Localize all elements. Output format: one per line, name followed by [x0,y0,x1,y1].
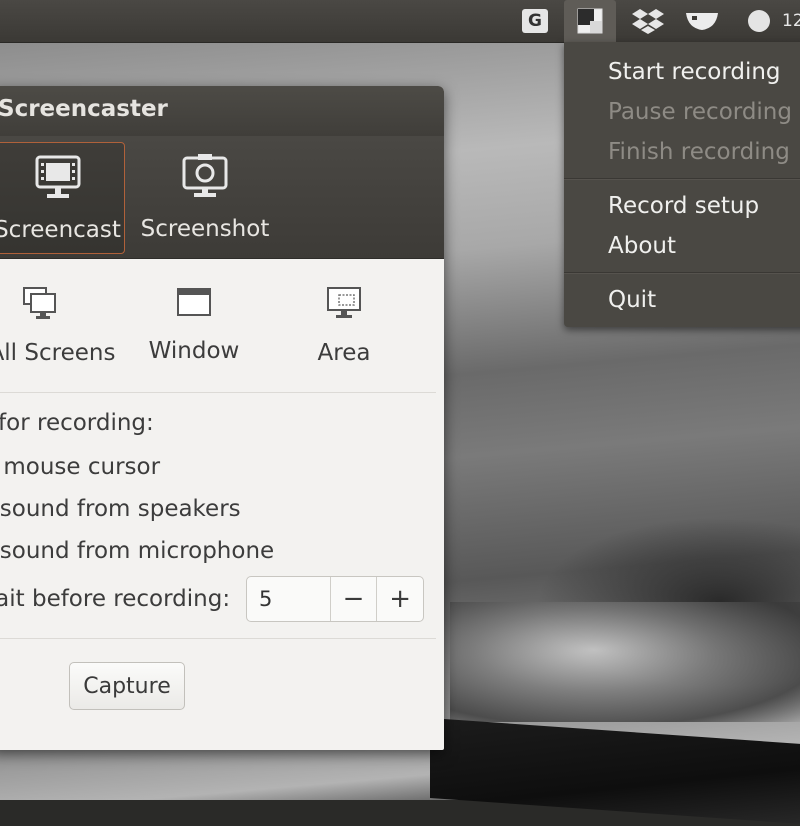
clock[interactable]: 12 [782,6,800,36]
capture-button[interactable]: Capture [69,662,185,710]
mode-toolbar: Screencast Screenshot [0,136,444,259]
dropbox-icon[interactable] [630,6,666,36]
menu-pause-recording[interactable]: Pause recording [608,98,792,126]
option-sound-speakers[interactable]: Record sound from speakers [0,496,241,522]
decrement-button[interactable]: − [329,577,377,621]
options-heading: Options for recording: [0,410,154,436]
section-divider [0,392,436,393]
option-sound-microphone[interactable]: Record sound from microphone [0,538,274,564]
source-all-screens[interactable]: All Screens [0,286,115,366]
source-window-label: Window [148,338,240,364]
cup-icon[interactable] [682,6,722,36]
option-show-cursor[interactable]: Show mouse cursor [0,454,160,480]
window-title: Screencaster [0,96,168,122]
source-area-label: Area [317,340,371,366]
screencast-mode-button[interactable]: Screencast [0,142,125,254]
menu-record-setup[interactable]: Record setup [608,192,759,220]
top-panel: G 12 [0,0,800,43]
menu-about[interactable]: About [608,232,676,260]
menu-start-recording[interactable]: Start recording [608,58,781,86]
monitor-film-icon [33,153,83,203]
delay-value[interactable]: 5 [247,577,330,621]
camera-icon [180,152,230,202]
wallpaper-shrubs [450,602,800,722]
screencaster-tray-icon[interactable] [564,0,616,42]
area-monitor-icon [327,287,361,318]
g-indicator-label: G [522,9,548,33]
menu-separator [564,178,800,180]
screenshot-mode-button[interactable]: Screenshot [130,142,280,252]
menu-separator [564,272,800,274]
menu-finish-recording[interactable]: Finish recording [608,138,790,166]
delay-label: Seconds to wait before recording: [0,586,231,612]
section-divider [0,638,436,639]
source-window[interactable]: Window [124,286,264,364]
increment-button[interactable]: + [376,577,423,621]
source-all-screens-label: All Screens [0,340,116,366]
screencaster-tray-menu: Start recording Pause recording Finish r… [564,42,800,327]
screencast-mode-label: Screencast [0,217,121,243]
g-indicator[interactable]: G [518,6,552,36]
window-icon [177,288,211,316]
screencaster-indicator-icon [577,8,603,34]
source-area[interactable]: Area [274,286,414,366]
menu-quit[interactable]: Quit [608,286,656,314]
wallpaper-road [430,718,800,826]
multi-monitor-icon [23,287,56,319]
power-icon[interactable] [744,6,774,36]
screenshot-mode-label: Screenshot [140,216,270,242]
delay-spinbutton[interactable]: 5 − + [246,576,424,622]
window-titlebar[interactable]: Screencaster [0,86,444,136]
screencaster-window: Screencaster Screencast Screenshot All S… [0,86,444,750]
